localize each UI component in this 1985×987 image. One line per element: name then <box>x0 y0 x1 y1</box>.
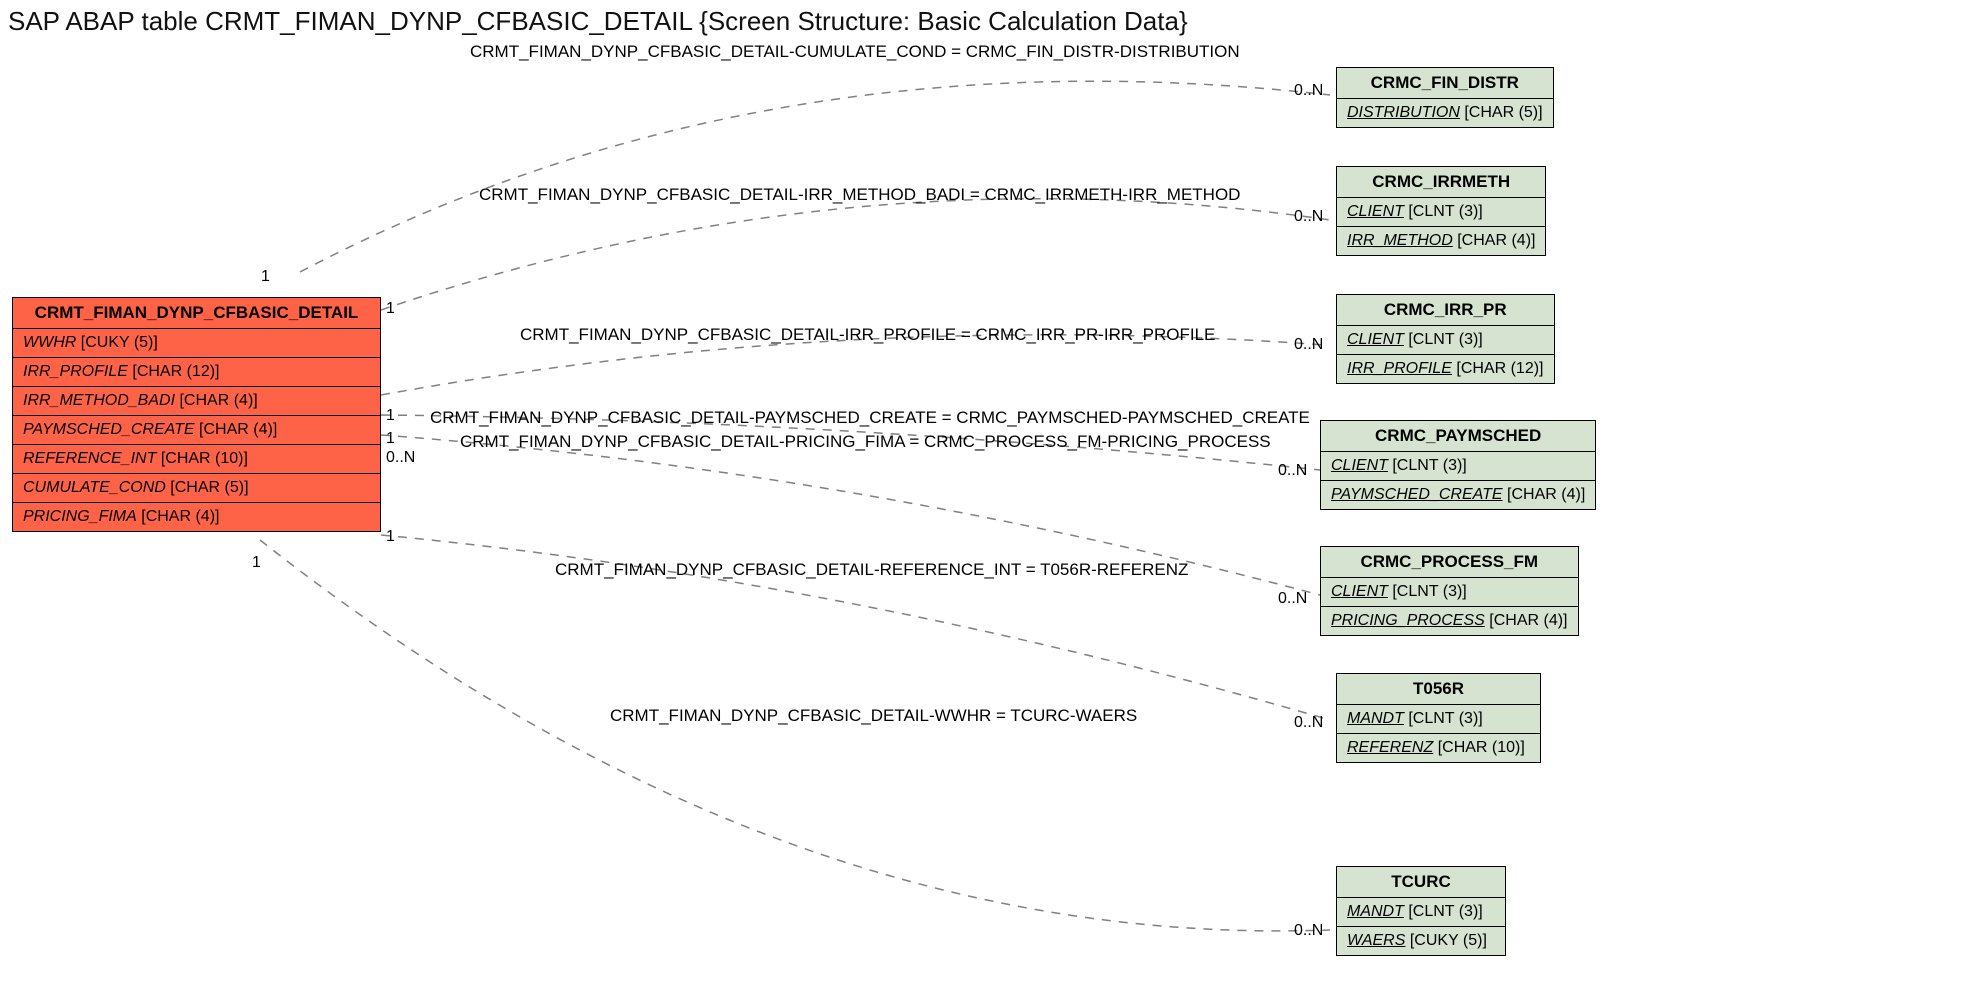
field-row: DISTRIBUTION [CHAR (5)] <box>1337 99 1553 127</box>
ref-header: CRMC_PAYMSCHED <box>1321 421 1595 452</box>
field-row: MANDT [CLNT (3)] <box>1337 705 1540 734</box>
cardinality-label: 1 <box>261 268 270 286</box>
cardinality-label: 0..N <box>1294 82 1323 100</box>
field-row: WAERS [CUKY (5)] <box>1337 927 1505 955</box>
relationship-label: CRMT_FIMAN_DYNP_CFBASIC_DETAIL-PAYMSCHED… <box>430 408 1310 428</box>
cardinality-label: 1 <box>386 300 395 318</box>
page-title: SAP ABAP table CRMT_FIMAN_DYNP_CFBASIC_D… <box>8 6 1188 37</box>
field-row: IRR_PROFILE [CHAR (12)] <box>1337 355 1554 383</box>
field-row: REFERENZ [CHAR (10)] <box>1337 734 1540 762</box>
ref-table-crmc-process-fm: CRMC_PROCESS_FM CLIENT [CLNT (3)] PRICIN… <box>1320 546 1579 636</box>
field-row: PAYMSCHED_CREATE [CHAR (4)] <box>1321 481 1595 509</box>
cardinality-label: 1 <box>386 407 395 425</box>
ref-table-crmc-fin-distr: CRMC_FIN_DISTR DISTRIBUTION [CHAR (5)] <box>1336 67 1554 128</box>
relationship-label: CRMT_FIMAN_DYNP_CFBASIC_DETAIL-CUMULATE_… <box>470 42 1240 62</box>
ref-header: CRMC_FIN_DISTR <box>1337 68 1553 99</box>
main-table-header: CRMT_FIMAN_DYNP_CFBASIC_DETAIL <box>13 298 380 329</box>
field-row: IRR_PROFILE [CHAR (12)] <box>13 358 380 387</box>
ref-header: CRMC_PROCESS_FM <box>1321 547 1578 578</box>
main-table: CRMT_FIMAN_DYNP_CFBASIC_DETAIL WWHR [CUK… <box>12 297 381 532</box>
relationship-label: CRMT_FIMAN_DYNP_CFBASIC_DETAIL-IRR_METHO… <box>479 185 1240 205</box>
cardinality-label: 0..N <box>1278 462 1307 480</box>
relationship-label: CRMT_FIMAN_DYNP_CFBASIC_DETAIL-IRR_PROFI… <box>520 325 1215 345</box>
relationship-label: CRMT_FIMAN_DYNP_CFBASIC_DETAIL-PRICING_F… <box>460 432 1271 452</box>
cardinality-label: 1 <box>386 430 395 448</box>
ref-table-t056r: T056R MANDT [CLNT (3)] REFERENZ [CHAR (1… <box>1336 673 1541 763</box>
cardinality-label: 1 <box>386 528 395 546</box>
ref-header: CRMC_IRR_PR <box>1337 295 1554 326</box>
field-row: CLIENT [CLNT (3)] <box>1337 326 1554 355</box>
field-row: CUMULATE_COND [CHAR (5)] <box>13 474 380 503</box>
cardinality-label: 1 <box>252 554 261 572</box>
field-row: IRR_METHOD_BADI [CHAR (4)] <box>13 387 380 416</box>
field-row: PRICING_PROCESS [CHAR (4)] <box>1321 607 1578 635</box>
cardinality-label: 0..N <box>1294 208 1323 226</box>
ref-table-crmc-paymsched: CRMC_PAYMSCHED CLIENT [CLNT (3)] PAYMSCH… <box>1320 420 1596 510</box>
relationship-label: CRMT_FIMAN_DYNP_CFBASIC_DETAIL-REFERENCE… <box>555 560 1188 580</box>
field-row: WWHR [CUKY (5)] <box>13 329 380 358</box>
field-row: MANDT [CLNT (3)] <box>1337 898 1505 927</box>
field-row: CLIENT [CLNT (3)] <box>1337 198 1545 227</box>
ref-header: T056R <box>1337 674 1540 705</box>
ref-table-tcurc: TCURC MANDT [CLNT (3)] WAERS [CUKY (5)] <box>1336 866 1506 956</box>
cardinality-label: 0..N <box>1294 922 1323 940</box>
field-row: PAYMSCHED_CREATE [CHAR (4)] <box>13 416 380 445</box>
field-row: PRICING_FIMA [CHAR (4)] <box>13 503 380 531</box>
field-row: CLIENT [CLNT (3)] <box>1321 578 1578 607</box>
relationship-label: CRMT_FIMAN_DYNP_CFBASIC_DETAIL-WWHR = TC… <box>610 706 1137 726</box>
ref-header: CRMC_IRRMETH <box>1337 167 1545 198</box>
field-row: IRR_METHOD [CHAR (4)] <box>1337 227 1545 255</box>
ref-table-crmc-irr-pr: CRMC_IRR_PR CLIENT [CLNT (3)] IRR_PROFIL… <box>1336 294 1555 384</box>
ref-table-crmc-irrmeth: CRMC_IRRMETH CLIENT [CLNT (3)] IRR_METHO… <box>1336 166 1546 256</box>
cardinality-label: 0..N <box>1294 714 1323 732</box>
ref-header: TCURC <box>1337 867 1505 898</box>
cardinality-label: 0..N <box>1278 590 1307 608</box>
cardinality-label: 0..N <box>386 449 415 467</box>
field-row: CLIENT [CLNT (3)] <box>1321 452 1595 481</box>
field-row: REFERENCE_INT [CHAR (10)] <box>13 445 380 474</box>
cardinality-label: 0..N <box>1294 336 1323 354</box>
